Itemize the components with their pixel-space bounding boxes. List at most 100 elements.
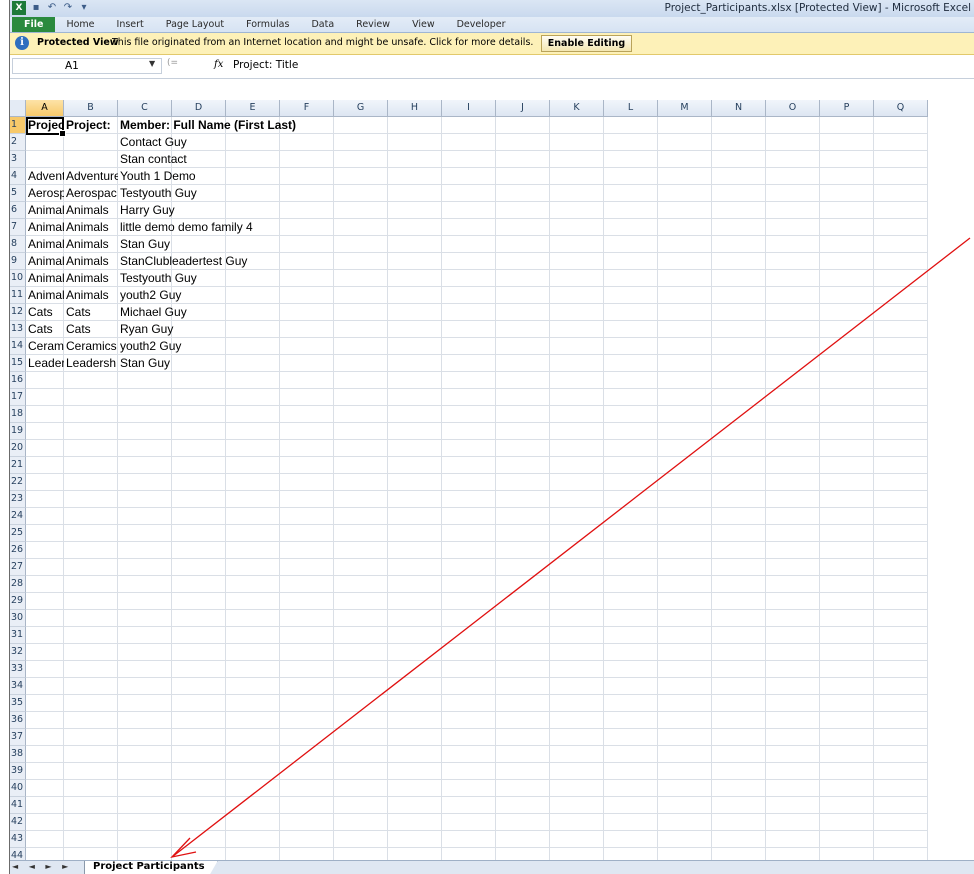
column-header-f[interactable]: F (280, 100, 334, 117)
cell-a4[interactable]: Adventure (26, 168, 64, 185)
cell-a8[interactable]: Animals (26, 236, 64, 253)
ribbon-tab-formulas[interactable]: Formulas (235, 17, 300, 32)
row-header[interactable]: 14 (10, 338, 26, 355)
cell-c13[interactable]: Ryan Guy (118, 321, 418, 338)
cell-c15[interactable]: Stan Guy (118, 355, 418, 372)
cell-a15[interactable]: Leadersh (26, 355, 64, 372)
row-header[interactable]: 6 (10, 202, 26, 219)
column-header-l[interactable]: L (604, 100, 658, 117)
ribbon-tab-home[interactable]: Home (55, 17, 105, 32)
enable-editing-button[interactable]: Enable Editing (541, 35, 632, 52)
row-header[interactable]: 28 (10, 576, 26, 593)
cell-a12[interactable]: Cats (26, 304, 64, 321)
row-header[interactable]: 40 (10, 780, 26, 797)
ribbon-tab-review[interactable]: Review (345, 17, 401, 32)
cell-c11[interactable]: youth2 Guy (118, 287, 418, 304)
ribbon-tab-file[interactable]: File (12, 17, 56, 32)
row-header[interactable]: 32 (10, 644, 26, 661)
row-header[interactable]: 24 (10, 508, 26, 525)
formula-input[interactable]: Project: Title (233, 59, 298, 71)
row-header[interactable]: 23 (10, 491, 26, 508)
cell-a6[interactable]: Animals (26, 202, 64, 219)
cell-b15[interactable]: Leadersh (64, 355, 118, 372)
sheet-nav-icons[interactable]: ◄ ◄ ► ► (12, 862, 72, 871)
cell-c9[interactable]: StanClubleadertest Guy (118, 253, 418, 270)
cell-c7[interactable]: little demo demo family 4 (118, 219, 418, 236)
cell-b13[interactable]: Cats (64, 321, 118, 338)
insert-function-icon[interactable]: fx (214, 59, 223, 70)
row-header[interactable]: 15 (10, 355, 26, 372)
ribbon-tab-view[interactable]: View (401, 17, 446, 32)
column-header-j[interactable]: J (496, 100, 550, 117)
row-header[interactable]: 25 (10, 525, 26, 542)
row-header[interactable]: 41 (10, 797, 26, 814)
row-header[interactable]: 16 (10, 372, 26, 389)
ribbon-tab-data[interactable]: Data (300, 17, 345, 32)
cell-c3[interactable]: Stan contact (118, 151, 418, 168)
row-header[interactable]: 22 (10, 474, 26, 491)
row-header[interactable]: 27 (10, 559, 26, 576)
column-header-g[interactable]: G (334, 100, 388, 117)
protected-view-message[interactable]: This file originated from an Internet lo… (112, 37, 533, 48)
row-header[interactable]: 9 (10, 253, 26, 270)
cell-c8[interactable]: Stan Guy (118, 236, 418, 253)
cell-c10[interactable]: Testyouth Guy (118, 270, 418, 287)
column-header-a[interactable]: A (26, 100, 64, 117)
cell-b1[interactable]: Project: (64, 117, 118, 134)
column-header-b[interactable]: B (64, 100, 118, 117)
row-header[interactable]: 20 (10, 440, 26, 457)
row-header[interactable]: 3 (10, 151, 26, 168)
cell-a13[interactable]: Cats (26, 321, 64, 338)
name-box[interactable]: A1 (12, 58, 162, 74)
cell-b5[interactable]: Aerospac (64, 185, 118, 202)
column-header-o[interactable]: O (766, 100, 820, 117)
undo-icon[interactable]: ↶ (46, 2, 58, 14)
row-header[interactable]: 17 (10, 389, 26, 406)
row-header[interactable]: 34 (10, 678, 26, 695)
row-header[interactable]: 37 (10, 729, 26, 746)
row-header[interactable]: 10 (10, 270, 26, 287)
column-header-k[interactable]: K (550, 100, 604, 117)
row-header[interactable]: 1 (10, 117, 26, 134)
cell-a7[interactable]: Animals (26, 219, 64, 236)
row-header[interactable]: 11 (10, 287, 26, 304)
row-header[interactable]: 26 (10, 542, 26, 559)
excel-app-icon[interactable]: X (12, 1, 26, 15)
cell-a11[interactable]: Animals (26, 287, 64, 304)
cell-b12[interactable]: Cats (64, 304, 118, 321)
sheet-tab-project-participants[interactable]: Project Participants (84, 861, 218, 874)
column-header-e[interactable]: E (226, 100, 280, 117)
row-header[interactable]: 39 (10, 763, 26, 780)
select-all-corner[interactable] (10, 100, 26, 117)
cell-b7[interactable]: Animals (64, 219, 118, 236)
row-header[interactable]: 12 (10, 304, 26, 321)
row-header[interactable]: 19 (10, 423, 26, 440)
column-header-d[interactable]: D (172, 100, 226, 117)
row-header[interactable]: 5 (10, 185, 26, 202)
cell-c14[interactable]: youth2 Guy (118, 338, 418, 355)
cell-c12[interactable]: Michael Guy (118, 304, 418, 321)
column-header-q[interactable]: Q (874, 100, 928, 117)
cell-c1[interactable]: Member: Full Name (First Last) (118, 117, 418, 134)
cell-b9[interactable]: Animals (64, 253, 118, 270)
ribbon-tab-insert[interactable]: Insert (106, 17, 155, 32)
row-header[interactable]: 18 (10, 406, 26, 423)
cell-a10[interactable]: Animals (26, 270, 64, 287)
cell-b11[interactable]: Animals (64, 287, 118, 304)
cell-c4[interactable]: Youth 1 Demo (118, 168, 418, 185)
row-header[interactable]: 4 (10, 168, 26, 185)
row-header[interactable]: 43 (10, 831, 26, 848)
formula-cancel-icon[interactable]: (= (167, 58, 178, 68)
redo-icon[interactable]: ↷ (62, 2, 74, 14)
row-header[interactable]: 8 (10, 236, 26, 253)
cell-c5[interactable]: Testyouth Guy (118, 185, 418, 202)
column-header-n[interactable]: N (712, 100, 766, 117)
row-header[interactable]: 36 (10, 712, 26, 729)
cell-a9[interactable]: Animals (26, 253, 64, 270)
column-header-h[interactable]: H (388, 100, 442, 117)
ribbon-tab-page-layout[interactable]: Page Layout (155, 17, 235, 32)
row-header[interactable]: 13 (10, 321, 26, 338)
row-header[interactable]: 2 (10, 134, 26, 151)
cell-b6[interactable]: Animals (64, 202, 118, 219)
row-header[interactable]: 21 (10, 457, 26, 474)
